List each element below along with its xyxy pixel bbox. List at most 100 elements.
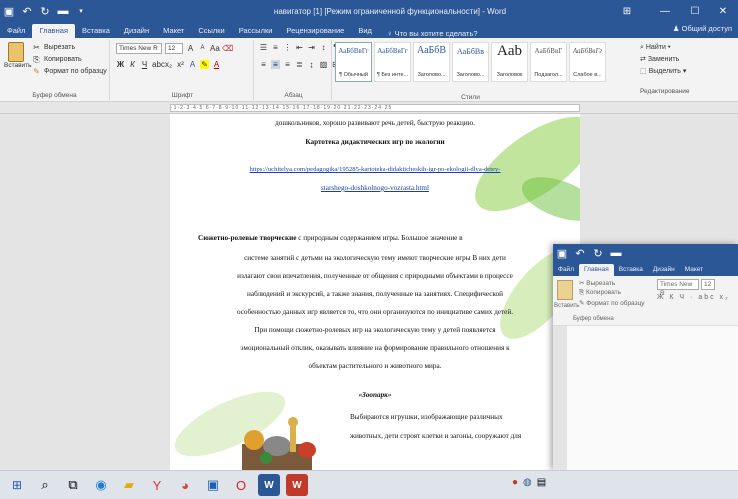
tab-mailings[interactable]: Рассылки [232,24,280,38]
tray-network-icon[interactable]: ◍ [523,477,532,488]
sort-icon[interactable]: ↕ [319,43,328,52]
task-view-icon[interactable]: ⧉ [62,474,84,496]
tab-references[interactable]: Ссылки [191,24,231,38]
style-normal[interactable]: АаБбВвГг ¶ Обычный [335,42,372,82]
highlight-icon[interactable]: ✎ [200,60,209,69]
paste-button[interactable]: Вставить [4,42,32,69]
quick-access-icon[interactable]: ▬ [607,244,625,262]
search-icon[interactable]: ⌕ [34,474,56,496]
style-title[interactable]: Aab Заголовок [491,42,528,82]
format-painter-button[interactable]: ✎ Формат по образцу [32,67,107,76]
style-heading-2[interactable]: АаБбВв Заголово... [452,42,489,82]
font-name-select[interactable]: Times New R [657,279,699,297]
style-heading-1[interactable]: АаБбВ Заголово... [413,42,450,82]
quick-access-icon[interactable]: ▬ [54,2,72,20]
italic-icon[interactable]: К [128,60,137,69]
change-case-icon[interactable]: Aa [210,44,220,53]
redo-icon[interactable]: ↻ [36,2,54,20]
style-no-spacing[interactable]: АаБбВвГг ¶ Без инте... [374,42,411,82]
increase-indent-icon[interactable]: ⇥ [307,43,316,52]
bullets-icon[interactable]: ☰ [259,43,268,52]
undo-icon[interactable]: ↶ [571,244,589,262]
save-icon[interactable]: ▣ [553,244,571,262]
file-explorer-icon[interactable]: ▰ [118,474,140,496]
undo-icon[interactable]: ↶ [18,2,36,20]
tab-insert[interactable]: Вставка [614,264,648,276]
cut-button[interactable]: ✂ Вырезать [32,43,75,52]
minimize-button[interactable]: — [650,0,680,22]
horizontal-ruler[interactable]: ·1·2·3·4·5·6·7·8·9·10·11·12·13·14·15·16·… [0,102,738,114]
align-center-icon[interactable]: ≡ [271,60,280,69]
tab-layout[interactable]: Макет [156,24,191,38]
mail-icon[interactable]: ▣ [202,474,224,496]
superscript-icon[interactable]: x² [176,60,185,69]
shrink-font-icon[interactable]: A [198,44,207,53]
clipboard-icon[interactable] [557,280,573,300]
tab-home[interactable]: Главная [578,264,614,276]
save-icon[interactable]: ▣ [0,2,18,20]
bold-icon[interactable]: Ж [116,60,125,69]
font-color-icon[interactable]: A [212,60,221,69]
style-subtle-emphasis[interactable]: АаБбВвГг Слабое в... [569,42,606,82]
tab-design[interactable]: Дизайн [648,264,680,276]
font-name-select[interactable]: Times New R [116,43,162,54]
select-button[interactable]: ⬚ Выделить ▾ [640,66,690,78]
justify-icon[interactable]: ≣ [295,60,304,69]
style-name: Заголово... [456,72,485,78]
font-size-select[interactable]: 12 [165,43,183,54]
decrease-indent-icon[interactable]: ⇤ [295,43,304,52]
tab-file[interactable]: Файл [0,24,32,38]
align-right-icon[interactable]: ≡ [283,60,292,69]
grow-font-icon[interactable]: A [186,44,195,53]
customize-toolbar-icon[interactable]: ▾ [72,2,90,20]
tell-me-box[interactable]: ♀ Что вы хотите сделать? [387,29,478,38]
tab-home[interactable]: Главная [32,24,75,38]
copy-button[interactable]: ⎘ Копировать [579,289,621,297]
line-spacing-icon[interactable]: ↨ [307,60,316,69]
word-icon[interactable]: W [258,474,280,496]
edge-browser-icon[interactable]: ◉ [90,474,112,496]
redo-icon[interactable]: ↻ [589,244,607,262]
strikethrough-icon[interactable]: abc [152,60,165,69]
cut-button[interactable]: ✂ Вырезать [579,279,615,287]
chrome-icon[interactable]: ◕ [174,474,196,496]
tab-design[interactable]: Дизайн [117,24,156,38]
shading-icon[interactable]: ▨ [319,60,328,69]
windows-start-icon[interactable]: ⊞ [6,474,28,496]
doc-link[interactable]: starshego-doshkolnogo-vozrasta.html [170,184,580,192]
font-size-select[interactable]: 12 [701,279,715,290]
maximize-button[interactable]: ☐ [680,0,710,22]
close-button[interactable]: ✕ [708,0,738,22]
clear-formatting-icon[interactable]: ⌫ [222,44,233,53]
opera-icon[interactable]: O [230,474,252,496]
format-painter-button[interactable]: ✎ Формат по образцу [579,299,645,307]
word-icon-2[interactable]: W [286,474,308,496]
second-window-title-bar: ▣ ↶ ↻ ▬ [553,244,738,262]
tab-layout[interactable]: Макет [680,264,708,276]
tray-app-icon[interactable]: ● [512,477,518,488]
style-subtitle[interactable]: АаБбВвГ Подзагол... [530,42,567,82]
tab-file[interactable]: Файл [553,264,579,276]
tab-view[interactable]: Вид [351,24,379,38]
tray-icon[interactable]: ▤ [537,477,546,488]
align-left-icon[interactable]: ≡ [259,60,268,69]
underline-icon[interactable]: Ч [140,60,149,69]
multilevel-list-icon[interactable]: ⋮ [283,43,292,52]
font-format-icons[interactable]: Ж К Ч · abc x₂ [657,294,730,301]
yandex-browser-icon[interactable]: Y [146,474,168,496]
numbering-icon[interactable]: ≡ [271,43,280,52]
find-button[interactable]: ⌕ Найти ▾ [640,42,690,54]
tab-review[interactable]: Рецензирование [279,24,351,38]
text-effects-icon[interactable]: A [188,60,197,69]
replace-button[interactable]: ⇄ Заменить [640,54,690,66]
second-window-document-area[interactable] [553,326,738,470]
second-window-page[interactable] [567,326,738,470]
copy-button[interactable]: ⎘ Копировать [32,55,81,64]
share-button[interactable]: ♟ Общий доступ [673,24,732,33]
tab-insert[interactable]: Вставка [75,24,117,38]
second-word-window[interactable]: ▣ ↶ ↻ ▬ Файл Главная Вставка Дизайн Маке… [553,244,738,470]
ribbon-display-icon[interactable]: ⊞ [612,0,642,22]
subscript-icon[interactable]: x₂ [164,60,173,69]
document-page[interactable]: дошкольников, хорошо развивают речь дете… [170,114,580,470]
doc-link[interactable]: https://uchitelya.com/pedagogika/195285-… [170,166,580,173]
